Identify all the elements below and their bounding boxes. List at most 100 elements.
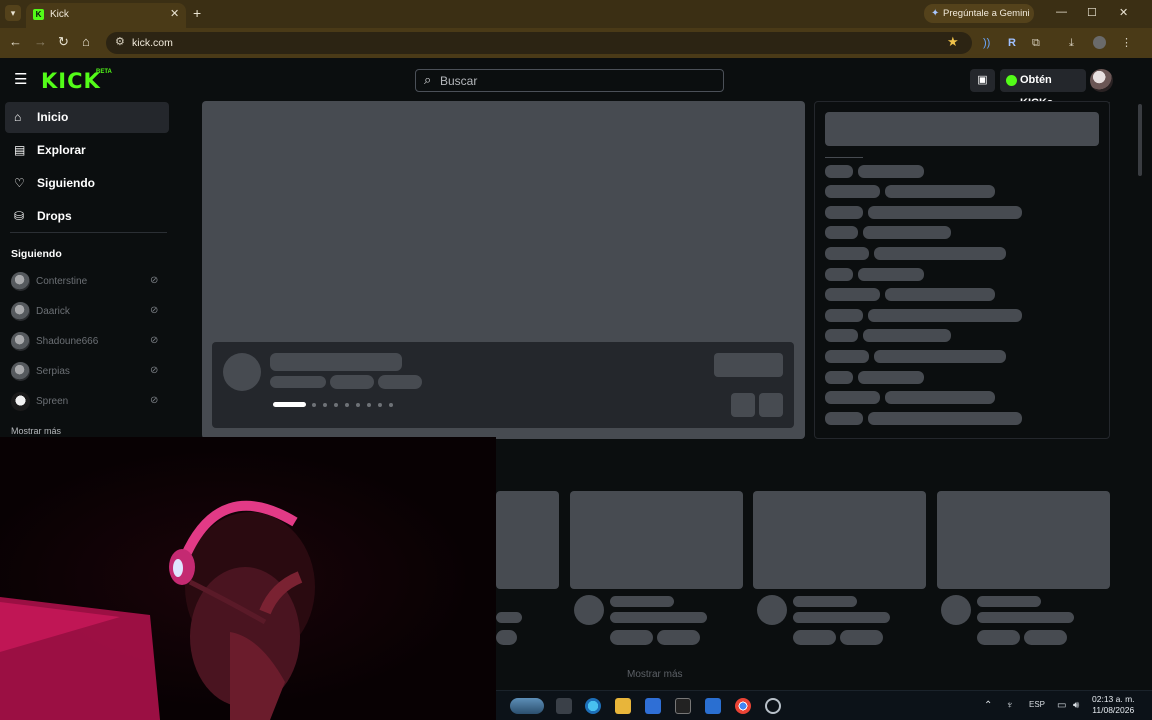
store-icon[interactable] — [645, 698, 661, 714]
carousel-dot[interactable] — [356, 403, 360, 407]
minimize-button[interactable]: — — [1056, 6, 1067, 18]
windows-taskbar: ⌃ ♆ ESP ▭ 🔊︎ 02:13 a. m. 11/08/2026 — [496, 690, 1152, 720]
tray-overflow-icon[interactable]: ⌃ — [984, 700, 992, 711]
channel-avatar — [11, 302, 30, 321]
close-window-button[interactable]: ✕ — [1119, 6, 1128, 19]
user-avatar[interactable] — [1090, 69, 1113, 92]
skeleton-card-avatar — [574, 595, 604, 625]
skeleton-chat-msg — [885, 391, 995, 404]
followed-channel[interactable]: Serpias ⊘ — [11, 362, 166, 382]
kick-logo[interactable]: KICK — [41, 69, 101, 93]
skeleton-chat-user — [825, 206, 863, 219]
network-icon[interactable]: ▭ — [1057, 700, 1066, 711]
translate-extension-icon[interactable]: R — [1008, 36, 1016, 50]
page-scrollbar[interactable] — [1138, 104, 1142, 176]
followed-channel[interactable]: Conterstine ⊘ — [11, 272, 166, 292]
obs-icon[interactable] — [765, 698, 781, 714]
gemini-button[interactable]: ✦ Pregúntale a Gemini — [924, 4, 1034, 23]
skeleton-chat-user — [825, 350, 869, 363]
search-input[interactable] — [440, 72, 710, 89]
back-button[interactable]: ← — [9, 35, 22, 49]
skeleton-card-title — [496, 612, 522, 623]
home-button[interactable]: ⌂ — [82, 35, 90, 49]
task-view-icon[interactable] — [556, 698, 572, 714]
stream-card-thumbnail[interactable] — [937, 491, 1110, 589]
skeleton-card-avatar — [757, 595, 787, 625]
followed-channel[interactable]: Shadoune666 ⊘ — [11, 332, 166, 352]
microphone-icon[interactable]: ♆ — [1006, 700, 1014, 711]
sidebar-show-more[interactable]: Mostrar más — [11, 426, 61, 436]
tab-search-button[interactable]: ▾ — [5, 5, 21, 21]
followed-channel[interactable]: Spreen ⊘ — [11, 392, 166, 412]
layout-toggle-icon[interactable]: ▣ — [970, 69, 995, 92]
carousel-dot[interactable] — [367, 403, 371, 407]
sidebar-item-drops[interactable]: ⛁ Drops — [5, 201, 169, 232]
offline-icon: ⊘ — [150, 335, 159, 346]
skeleton-card-title — [610, 596, 674, 607]
skeleton-text — [270, 376, 326, 388]
sidebar-item-explorar[interactable]: ▤ Explorar — [5, 135, 169, 166]
channel-name: Serpias — [36, 366, 70, 377]
app-icon[interactable] — [705, 698, 721, 714]
skeleton-card-tag — [496, 630, 517, 645]
stream-card-thumbnail[interactable] — [496, 491, 559, 589]
skeleton-chat-msg — [868, 206, 1022, 219]
stream-card-thumbnail[interactable] — [570, 491, 743, 589]
carousel-dot-active[interactable] — [273, 402, 306, 407]
sidebar-item-label: Drops — [37, 209, 72, 223]
download-icon[interactable]: ⤓ — [1069, 36, 1074, 50]
skeleton-chat-msg — [885, 185, 995, 198]
search-box[interactable]: ⌕ — [415, 69, 724, 92]
sidebar-item-siguiendo[interactable]: ♡ Siguiendo — [5, 168, 169, 199]
main-show-more[interactable]: Mostrar más — [627, 669, 683, 680]
extensions-puzzle-icon[interactable]: ⧉ — [1032, 36, 1040, 50]
compass-icon: ▤ — [14, 143, 26, 157]
profile-avatar[interactable] — [1093, 36, 1106, 49]
taskbar-clock[interactable]: 02:13 a. m. 11/08/2026 — [1092, 694, 1135, 716]
skeleton-card-title — [793, 596, 857, 607]
carousel-dot[interactable] — [334, 403, 338, 407]
forward-button[interactable]: → — [34, 35, 47, 49]
carousel-dot[interactable] — [323, 403, 327, 407]
channel-name: Spreen — [36, 396, 69, 407]
volume-icon[interactable]: 🔊︎ — [1073, 700, 1079, 711]
skeleton-chat-user — [825, 309, 863, 322]
menu-kebab-icon[interactable]: ⋮ — [1121, 36, 1132, 50]
chrome-icon[interactable] — [735, 698, 751, 714]
new-tab-button[interactable]: + — [193, 5, 201, 21]
skeleton-chat-msg — [863, 329, 951, 342]
channel-avatar — [11, 362, 30, 381]
language-indicator[interactable]: ESP — [1029, 700, 1045, 709]
carousel-dot[interactable] — [312, 403, 316, 407]
extension-icon[interactable]: )) — [983, 36, 990, 50]
skeleton-chat-user — [825, 288, 880, 301]
bookmark-star-icon[interactable]: ★ — [947, 34, 959, 50]
get-kicks-button[interactable]: Obtén KICKs — [1000, 69, 1086, 109]
address-bar[interactable]: ⚙ kick.com ★ — [106, 32, 972, 54]
featured-stream-player[interactable] — [202, 101, 805, 439]
skeleton-chat-msg — [874, 247, 1006, 260]
skeleton-chat-user — [825, 412, 863, 425]
browser-tab[interactable]: K Kick ✕ — [26, 3, 186, 28]
edge-icon[interactable] — [585, 698, 601, 714]
maximize-button[interactable]: ☐ — [1087, 6, 1097, 19]
offline-icon: ⊘ — [150, 275, 159, 286]
carousel-dot[interactable] — [345, 403, 349, 407]
drops-icon: ⛁ — [14, 209, 25, 223]
reload-button[interactable]: ↻ — [58, 35, 69, 49]
epic-games-icon[interactable] — [675, 698, 691, 714]
close-tab-icon[interactable]: ✕ — [170, 7, 179, 20]
sidebar-item-inicio[interactable]: ⌂ Inicio — [5, 102, 169, 133]
followed-channel[interactable]: Daarick ⊘ — [11, 302, 166, 322]
hamburger-menu-icon[interactable]: ☰ — [14, 72, 27, 87]
skeleton-title — [270, 353, 402, 371]
clock-date: 11/08/2026 — [1092, 705, 1135, 715]
carousel-dot[interactable] — [389, 403, 393, 407]
skeleton-chat-msg — [874, 350, 1006, 363]
file-explorer-icon[interactable] — [615, 698, 631, 714]
carousel-dot[interactable] — [378, 403, 382, 407]
weather-widget-icon[interactable] — [510, 698, 544, 714]
offline-icon: ⊘ — [150, 395, 159, 406]
stream-card-thumbnail[interactable] — [753, 491, 926, 589]
site-info-icon[interactable]: ⚙ — [115, 35, 125, 48]
